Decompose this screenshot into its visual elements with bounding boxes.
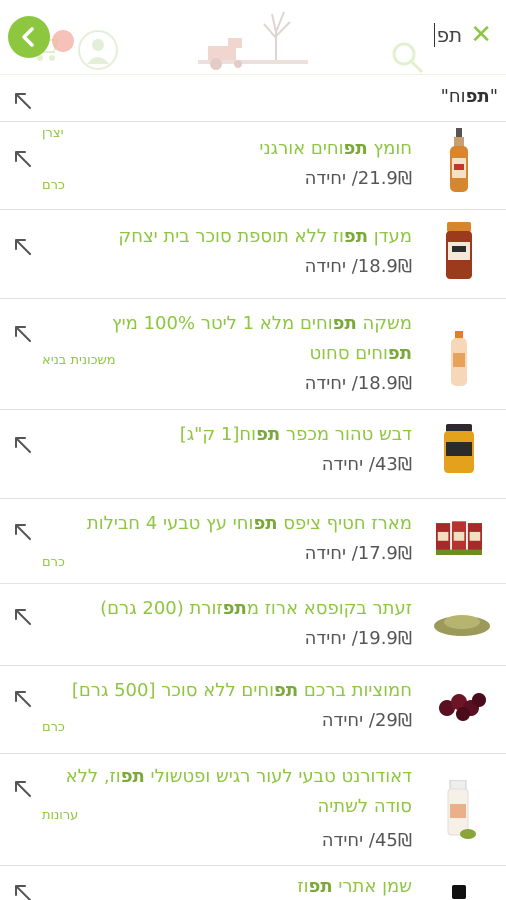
header-divider xyxy=(0,74,506,75)
arrow-up-left-icon[interactable] xyxy=(12,778,34,800)
arrow-up-left-icon[interactable] xyxy=(12,236,34,258)
product-price: 18.9₪/ יחידה xyxy=(304,373,412,394)
product-price: 45₪/ יחידה xyxy=(321,830,412,851)
product-image xyxy=(436,780,482,842)
arrow-up-left-icon[interactable] xyxy=(12,434,34,456)
back-button[interactable] xyxy=(8,16,50,58)
product-price: 19.9₪/ יחידה xyxy=(304,628,412,649)
arrow-up-left-icon[interactable] xyxy=(12,688,34,710)
product-image xyxy=(436,688,488,722)
text-caret xyxy=(433,23,435,47)
result-item[interactable]: מארז חטיף ציפס תפוחי עץ טבעי 4 חבילות 17… xyxy=(0,499,506,584)
brand-label: ערונות xyxy=(42,808,79,823)
arrow-up-left-icon[interactable] xyxy=(12,882,34,900)
result-item[interactable]: דאודורנט טבעי לעור רגיש ופטשולי תפוז, לל… xyxy=(0,754,506,866)
search-input[interactable]: תפ xyxy=(437,23,463,47)
cart-badge xyxy=(52,30,74,52)
result-item[interactable]: זעתר בקופסא ארוז מתפזורת (200 גרם) 19.9₪… xyxy=(0,584,506,666)
farm-illustration xyxy=(198,11,308,70)
product-name: דבש טהור מכפר תפוח[1 ק"ג] xyxy=(179,424,412,445)
arrow-up-left-icon[interactable] xyxy=(12,606,34,628)
search-icon xyxy=(392,42,424,74)
user-icon xyxy=(78,30,118,70)
brand-label: כרם xyxy=(42,720,65,735)
product-name: משקה תפוחים מלא 1 ליטר 100% מיץ תפוחים סח… xyxy=(111,313,412,364)
product-image xyxy=(432,608,492,636)
result-item[interactable]: חמוציות ברכם תפוחים ללא סוכר [500 גרם] 2… xyxy=(0,666,506,754)
result-item[interactable]: דבש טהור מכפר תפוח[1 ק"ג] 43₪/ יחידה xyxy=(0,410,506,499)
brand-label: יצרן xyxy=(42,126,64,141)
product-name: חומץ תפוחים אורגני xyxy=(259,138,412,159)
result-item[interactable]: מעדן תפוז ללא תוספת סוכר בית יצחק 18.9₪/… xyxy=(0,210,506,299)
product-image xyxy=(436,331,482,387)
product-name: זעתר בקופסא ארוז מתפזורת (200 גרם) xyxy=(100,598,412,619)
app-header: תפ ✕ xyxy=(0,0,506,76)
query-suggestion-row[interactable]: "תפוח" xyxy=(0,76,506,122)
product-image xyxy=(436,517,482,561)
query-suggestion-text: "תפוח" xyxy=(440,86,498,107)
product-name: חמוציות ברכם תפוחים ללא סוכר [500 גרם] xyxy=(71,680,412,701)
result-item[interactable]: חומץ תפוחים אורגני 21.9₪/ יחידה יצרן כרם xyxy=(0,122,506,210)
product-name: דאודורנט טבעי לעור רגיש ופטשולי תפוז, לל… xyxy=(65,766,412,817)
product-price: 18.9₪/ יחידה xyxy=(304,256,412,277)
arrow-up-left-icon[interactable] xyxy=(12,323,34,345)
product-image xyxy=(436,884,482,900)
product-name: שמן אתרי תפוז xyxy=(297,876,412,897)
result-item[interactable]: משקה תפוחים מלא 1 ליטר 100% מיץ תפוחים סח… xyxy=(0,299,506,410)
chevron-left-icon xyxy=(22,27,34,47)
product-image xyxy=(436,222,482,280)
product-name: מארז חטיף ציפס תפוחי עץ טבעי 4 חבילות xyxy=(86,513,412,534)
brand-label-secondary: כרם xyxy=(42,178,65,193)
arrow-up-left-icon[interactable] xyxy=(12,148,34,170)
product-price: 43₪/ יחידה xyxy=(321,454,412,475)
search-field[interactable]: תפ ✕ xyxy=(433,22,492,48)
product-name: מעדן תפוז ללא תוספת סוכר בית יצחק xyxy=(118,226,412,247)
result-item[interactable]: שמן אתרי תפוז xyxy=(0,866,506,900)
brand-label: כרם xyxy=(42,555,65,570)
product-price: 21.9₪/ יחידה xyxy=(304,168,412,189)
product-price: 17.9₪/ יחידה xyxy=(304,543,412,564)
brand-label: משכונית בניא xyxy=(42,353,116,368)
product-image xyxy=(436,424,482,474)
close-icon[interactable]: ✕ xyxy=(470,22,492,48)
product-image xyxy=(436,128,482,194)
arrow-up-left-icon[interactable] xyxy=(12,521,34,543)
arrow-up-left-icon[interactable] xyxy=(12,90,34,112)
product-price: 29₪/ יחידה xyxy=(321,710,412,731)
